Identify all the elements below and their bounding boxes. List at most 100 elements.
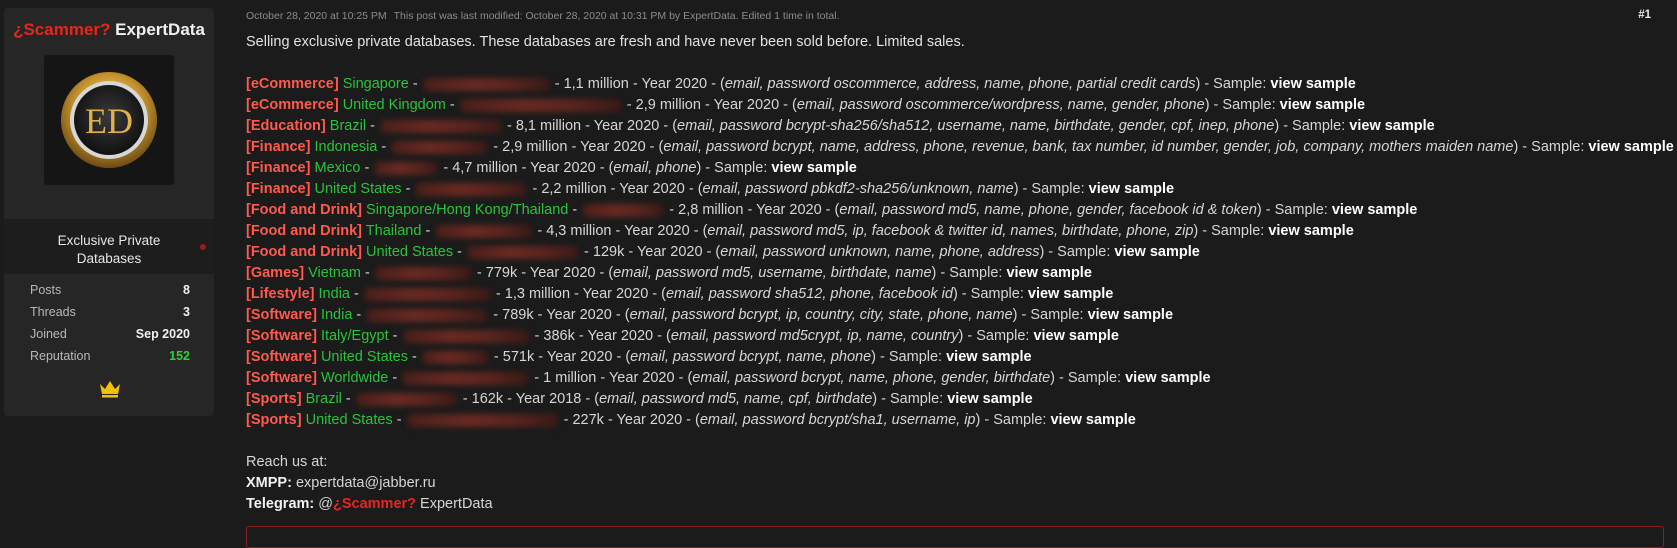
- listing-year: Year 2020: [593, 118, 660, 134]
- redacted-blur: [436, 224, 532, 238]
- stat-threads: Threads 3: [30, 305, 190, 319]
- listing-size: 2,9 million: [635, 97, 701, 113]
- listing-year: Year 2018: [515, 391, 582, 407]
- listing-country: United States: [314, 181, 402, 197]
- listing-category: [Software]: [246, 328, 317, 344]
- view-sample-link[interactable]: view sample: [1588, 139, 1673, 155]
- view-sample-link[interactable]: view sample: [1028, 286, 1113, 302]
- listing-row: [Lifestyle] India - - 1,3 million - Year…: [246, 286, 1114, 302]
- listing-fields: email, password oscommerce/wordpress, na…: [796, 97, 1205, 113]
- view-sample-link[interactable]: view sample: [1332, 202, 1417, 218]
- listing-fields: email, password bcrypt, ip, country, cit…: [629, 307, 1013, 323]
- view-sample-link[interactable]: view sample: [1349, 118, 1434, 134]
- listing-year: Year 2020: [636, 244, 703, 260]
- listing-row: [Sports] United States - - 227k - Year 2…: [246, 412, 1136, 428]
- listing-year: Year 2020: [530, 160, 596, 176]
- listing-fields: email, password md5, username, birthdate…: [613, 265, 932, 281]
- view-sample-link[interactable]: view sample: [1088, 307, 1173, 323]
- listing-row: [Software] United States - - 571k - Year…: [246, 349, 1032, 365]
- listing-country: India: [318, 286, 350, 302]
- redacted-blur: [422, 350, 488, 364]
- view-sample-link[interactable]: view sample: [771, 160, 856, 176]
- listing-country: United States: [320, 349, 408, 365]
- view-sample-link[interactable]: view sample: [1089, 181, 1174, 197]
- listing-country: United Kingdom: [342, 97, 446, 113]
- view-sample-link[interactable]: view sample: [1006, 265, 1091, 281]
- listing-year: Year 2020: [582, 286, 649, 302]
- listing-year: Year 2020: [608, 370, 675, 386]
- listing-fields: email, password pbkdf2-sha256/unknown, n…: [702, 181, 1014, 197]
- listing-year: Year 2020: [546, 307, 612, 323]
- xmpp-address: expertdata@jabber.ru: [295, 475, 436, 491]
- telegram-username[interactable]: ExpertData: [420, 496, 493, 512]
- listing-country: Mexico: [314, 160, 361, 176]
- listing-category: [Food and Drink]: [246, 202, 362, 218]
- listing-row: [Games] Vietnam - - 779k - Year 2020 - (…: [246, 265, 1092, 281]
- listing-category: [Food and Drink]: [246, 223, 362, 239]
- avatar[interactable]: ED: [44, 55, 174, 185]
- listing-size: 2,9 million: [502, 139, 568, 155]
- listing-country: Thailand: [365, 223, 422, 239]
- listing-category: [Sports]: [246, 391, 302, 407]
- post-body: Selling exclusive private databases. The…: [246, 32, 1674, 515]
- view-sample-link[interactable]: view sample: [1114, 244, 1199, 260]
- post-number[interactable]: #1: [1638, 9, 1651, 21]
- listing-row: [Finance] Mexico - - 4,7 million - Year …: [246, 160, 857, 176]
- signature-box: [246, 526, 1664, 548]
- listing-size: 779k: [485, 265, 518, 281]
- post-date[interactable]: October 28, 2020 at 10:25 PM: [246, 10, 387, 22]
- listing-fields: email, password bcrypt-sha256/sha512, us…: [677, 118, 1275, 134]
- listing-fields: email, password md5, name, cpf, birthdat…: [599, 391, 873, 407]
- listing-fields: email, password bcrypt, name, phone, gen…: [692, 370, 1051, 386]
- crown-icon: [99, 380, 121, 403]
- listing-country: India: [320, 307, 353, 323]
- listing-category: [Software]: [246, 307, 317, 323]
- redacted-blur: [583, 203, 664, 217]
- view-sample-link[interactable]: view sample: [947, 391, 1032, 407]
- listing-category: [Education]: [246, 118, 326, 134]
- username[interactable]: ¿Scammer? ExpertData: [4, 8, 214, 40]
- view-sample-link[interactable]: view sample: [1270, 76, 1355, 92]
- listing-size: 4,3 million: [546, 223, 612, 239]
- listing-category: [eCommerce]: [246, 97, 339, 113]
- listing-row: [Software] Worldwide - - 1 million - Yea…: [246, 370, 1211, 386]
- view-sample-link[interactable]: view sample: [1050, 412, 1135, 428]
- listing-country: United States: [305, 412, 393, 428]
- post-intro: Selling exclusive private databases. The…: [246, 34, 965, 50]
- listing-size: 2,8 million: [678, 202, 744, 218]
- view-sample-link[interactable]: view sample: [1125, 370, 1210, 386]
- listing-category: [Food and Drink]: [246, 244, 362, 260]
- listing-year: Year 2020: [641, 76, 708, 92]
- listing-size: 4,7 million: [452, 160, 518, 176]
- listing-year: Year 2020: [624, 223, 690, 239]
- view-sample-link[interactable]: view sample: [1280, 97, 1365, 113]
- listing-year: Year 2020: [546, 349, 613, 365]
- listing-category: [Games]: [246, 265, 305, 281]
- view-sample-link[interactable]: view sample: [946, 349, 1031, 365]
- redacted-blur: [403, 329, 529, 343]
- listing-list: [eCommerce] Singapore - - 1,1 million - …: [246, 74, 1674, 431]
- listing-row: [Food and Drink] Thailand - - 4,3 millio…: [246, 223, 1354, 239]
- listing-fields: email, password md5, name, phone, gender…: [839, 202, 1257, 218]
- listing-category: [Finance]: [246, 181, 311, 197]
- listing-fields: email, password bcrypt, name, phone: [630, 349, 872, 365]
- offline-status-dot: [200, 244, 206, 250]
- listing-row: [Food and Drink] Singapore/Hong Kong/Tha…: [246, 202, 1418, 218]
- listing-size: 1,3 million: [504, 286, 571, 302]
- listing-category: [Finance]: [246, 160, 311, 176]
- contact-section: Reach us at: XMPP: expertdata@jabber.ru …: [246, 452, 1666, 515]
- redacted-blur: [375, 161, 438, 175]
- listing-year: Year 2020: [619, 181, 685, 197]
- view-sample-link[interactable]: view sample: [1033, 328, 1118, 344]
- listing-category: [eCommerce]: [246, 76, 339, 92]
- listing-country: Singapore/Hong Kong/Thailand: [366, 202, 569, 218]
- listing-country: Singapore: [342, 76, 409, 92]
- view-sample-link[interactable]: view sample: [1268, 223, 1353, 239]
- listing-row: [Software] Italy/Egypt - - 386k - Year 2…: [246, 328, 1119, 344]
- redacted-blur: [375, 266, 471, 280]
- redacted-blur: [367, 308, 488, 322]
- redacted-blur: [356, 392, 457, 406]
- listing-row: [Food and Drink] United States - - 129k …: [246, 244, 1200, 260]
- username-text[interactable]: ExpertData: [115, 20, 205, 39]
- listing-row: [Software] India - - 789k - Year 2020 - …: [246, 307, 1174, 323]
